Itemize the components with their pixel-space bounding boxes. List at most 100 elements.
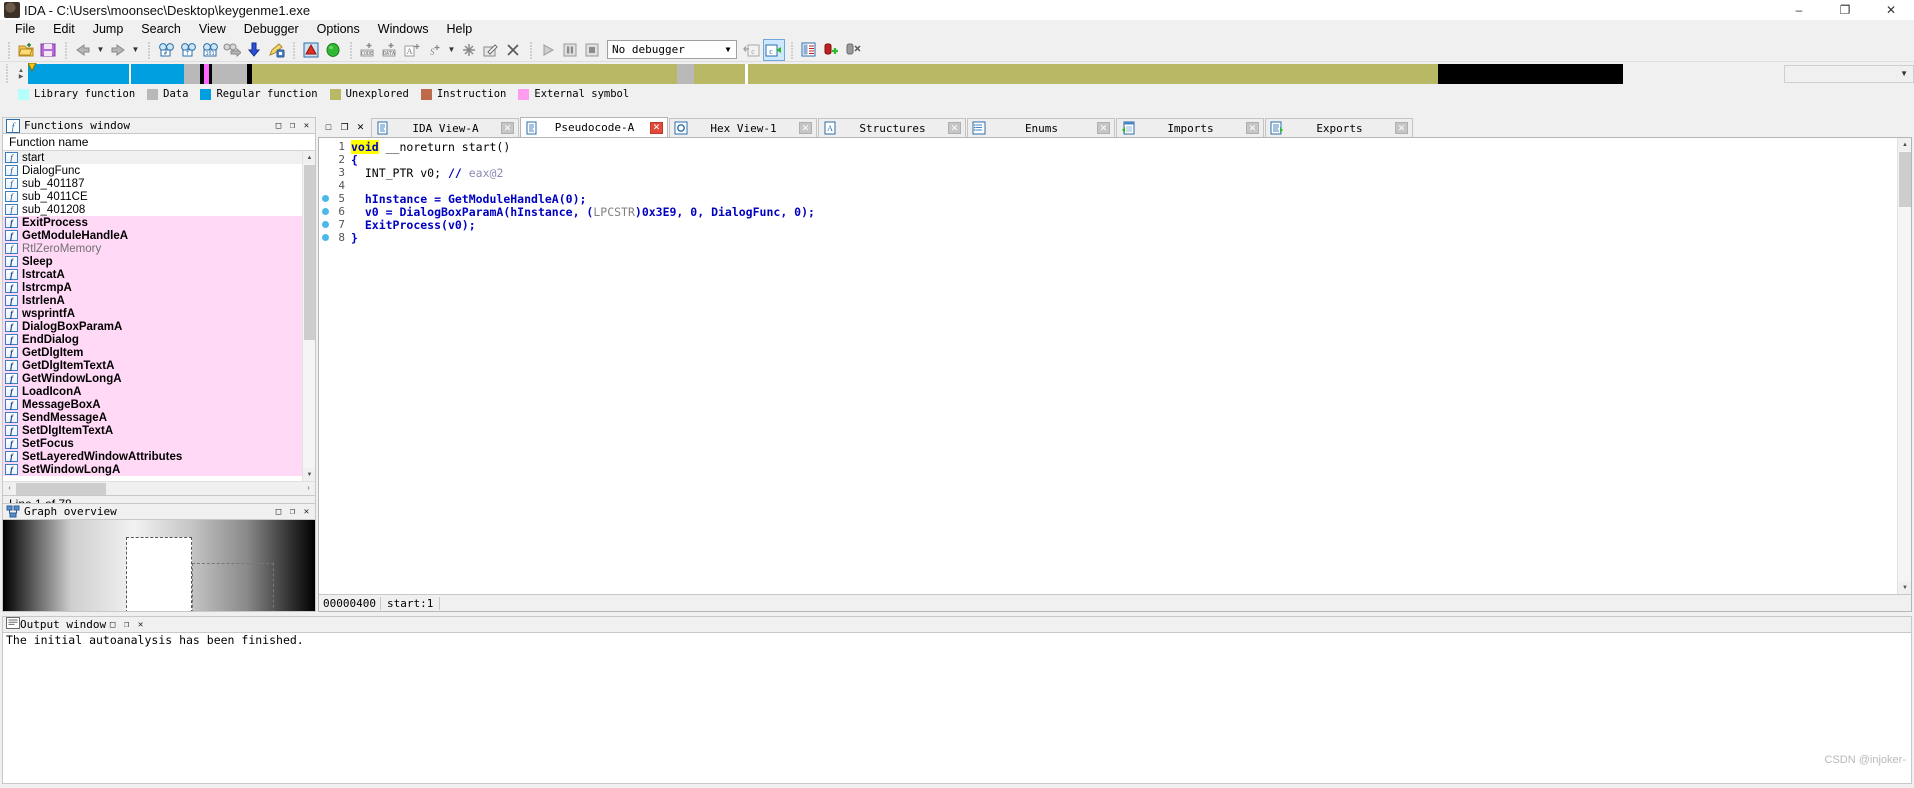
tab-close-icon[interactable]: ✕ <box>1395 122 1408 134</box>
function-list-item[interactable]: f LoadIconA <box>3 385 302 398</box>
graph-maximize-button[interactable]: ❐ <box>286 505 299 518</box>
make-struct-icon[interactable]: S <box>423 39 445 61</box>
function-list-item[interactable]: f MessageBoxA <box>3 398 302 411</box>
tab-hex-view-1[interactable]: Hex View-1 ✕ <box>669 118 817 137</box>
search-hash-icon[interactable]: # <box>155 39 177 61</box>
tab-close-icon[interactable]: ✕ <box>799 122 812 134</box>
function-list-item[interactable]: f Sleep <box>3 255 302 268</box>
graph-overview-viewport[interactable] <box>126 537 192 611</box>
open-file-icon[interactable] <box>15 39 37 61</box>
chevron-down-icon[interactable]: ▼ <box>1900 69 1913 78</box>
navigator-segment[interactable] <box>252 63 677 84</box>
function-list-item[interactable]: f GetWindowLongA <box>3 372 302 385</box>
back-dropdown-icon[interactable]: ▼ <box>94 39 107 61</box>
navigator-segment[interactable] <box>677 63 694 84</box>
menu-view[interactable]: View <box>190 21 235 37</box>
breakpoint-dot-icon[interactable] <box>319 221 331 228</box>
breakpoint-dot-icon[interactable] <box>319 234 331 241</box>
jump-icon[interactable] <box>221 39 243 61</box>
pseudocode-scroll-up-button[interactable]: ▲ <box>1898 138 1911 151</box>
search-sequence-icon[interactable]: 101 <box>199 39 221 61</box>
scroll-up-button[interactable]: ▲ <box>303 151 315 164</box>
debug-pause-icon[interactable] <box>559 39 581 61</box>
view-restore-button[interactable]: □ <box>322 121 335 134</box>
tab-exports[interactable]: Exports ✕ <box>1265 118 1413 137</box>
hscroll-track[interactable] <box>16 482 302 495</box>
breakpoint-dot-icon[interactable] <box>319 195 331 202</box>
functions-restore-button[interactable]: □ <box>272 119 285 132</box>
function-list-item[interactable]: f DialogBoxParamA <box>3 320 302 333</box>
menu-options[interactable]: Options <box>308 21 369 37</box>
view-maximize-button[interactable]: ❐ <box>338 121 351 134</box>
tab-enums[interactable]: Enums ✕ <box>967 118 1115 137</box>
function-list-item[interactable]: f sub_401208 <box>3 203 302 216</box>
hscroll-thumb[interactable] <box>16 482 106 495</box>
functions-vertical-scrollbar[interactable]: ▲ ▼ <box>302 151 315 481</box>
make-code-icon[interactable]: CODE <box>357 39 379 61</box>
view-close-button[interactable]: ✕ <box>354 121 367 134</box>
debug-stop-icon[interactable] <box>581 39 603 61</box>
toolbar-grip[interactable] <box>5 40 12 59</box>
navigator-grip[interactable] <box>3 63 11 84</box>
function-list-item[interactable]: f lstrlenA <box>3 294 302 307</box>
navigator-segment[interactable] <box>131 63 184 84</box>
tab-close-icon[interactable]: ✕ <box>1246 122 1259 134</box>
function-list-item[interactable]: f ExitProcess <box>3 216 302 229</box>
minimize-button[interactable]: – <box>1776 0 1822 20</box>
function-list-item[interactable]: f wsprintfA <box>3 307 302 320</box>
function-list-item[interactable]: f EndDialog <box>3 333 302 346</box>
function-list-item[interactable]: f SetWindowLongA <box>3 463 302 476</box>
decompile-icon[interactable] <box>265 39 287 61</box>
debug-run-icon[interactable] <box>537 39 559 61</box>
delete-icon[interactable] <box>502 39 524 61</box>
output-maximize-button[interactable]: ❐ <box>120 618 133 631</box>
navigator-segment[interactable] <box>184 63 200 84</box>
scroll-left-button[interactable]: ‹ <box>3 483 16 495</box>
output-window-body[interactable]: The initial autoanalysis has been finish… <box>2 632 1912 784</box>
function-list-item[interactable]: f SetDlgItemTextA <box>3 424 302 437</box>
function-list-item[interactable]: f GetDlgItemTextA <box>3 359 302 372</box>
menu-windows[interactable]: Windows <box>369 21 438 37</box>
tab-close-icon[interactable]: ✕ <box>1097 122 1110 134</box>
run-green-icon[interactable] <box>322 39 344 61</box>
function-list-item[interactable]: f sub_401187 <box>3 177 302 190</box>
menu-file[interactable]: File <box>6 21 44 37</box>
graph-close-button[interactable]: ✕ <box>300 505 313 518</box>
add-breakpoint-icon[interactable] <box>820 39 842 61</box>
graph-overview-canvas[interactable] <box>2 519 316 612</box>
menu-debugger[interactable]: Debugger <box>235 21 308 37</box>
make-struct-dropdown-icon[interactable]: ▼ <box>445 39 458 61</box>
pseudocode-line[interactable]: 5 hInstance = GetModuleHandleA(0); <box>319 192 1897 206</box>
rename-icon[interactable] <box>480 39 502 61</box>
function-list-item[interactable]: f DialogFunc <box>3 164 302 177</box>
close-button[interactable]: ✕ <box>1868 0 1914 20</box>
tab-close-icon[interactable]: ✕ <box>501 122 514 134</box>
pseudocode-line[interactable]: 3 INT_PTR v0; // eax@2 <box>319 166 1897 180</box>
functions-maximize-button[interactable]: ❐ <box>286 119 299 132</box>
pseudocode-line[interactable]: 6 v0 = DialogBoxParamA(hInstance, (LPCST… <box>319 205 1897 219</box>
output-close-button[interactable]: ✕ <box>134 618 147 631</box>
navigator-overflow[interactable]: ▼ <box>1784 64 1914 83</box>
navigator-bar[interactable] <box>27 62 1780 84</box>
pseudocode-line[interactable]: 2{ <box>319 153 1897 167</box>
menu-jump[interactable]: Jump <box>84 21 133 37</box>
function-list-item[interactable]: f GetDlgItem <box>3 346 302 359</box>
debugger-select[interactable]: No debugger ▼ <box>607 40 737 59</box>
navigator-segment[interactable] <box>28 63 129 84</box>
back-icon[interactable] <box>72 39 94 61</box>
scrollbar-thumb[interactable] <box>304 165 315 340</box>
navigator-segment[interactable] <box>748 63 1438 84</box>
function-list-item[interactable]: f lstrcatA <box>3 268 302 281</box>
pseudocode-line[interactable]: 4 <box>319 179 1897 192</box>
forward-dropdown-icon[interactable]: ▼ <box>129 39 142 61</box>
breakpoints-icon[interactable] <box>798 39 820 61</box>
menu-search[interactable]: Search <box>132 21 190 37</box>
make-data-icon[interactable]: DATA <box>379 39 401 61</box>
tab-structures[interactable]: A Structures ✕ <box>818 118 966 137</box>
function-list-item[interactable]: f SetFocus <box>3 437 302 450</box>
forward-icon[interactable] <box>107 39 129 61</box>
step-out-icon[interactable]: c <box>741 39 763 61</box>
functions-horizontal-scrollbar[interactable]: ‹ › <box>3 481 315 495</box>
tab-close-icon[interactable]: ✕ <box>650 121 663 134</box>
undefine-icon[interactable] <box>458 39 480 61</box>
